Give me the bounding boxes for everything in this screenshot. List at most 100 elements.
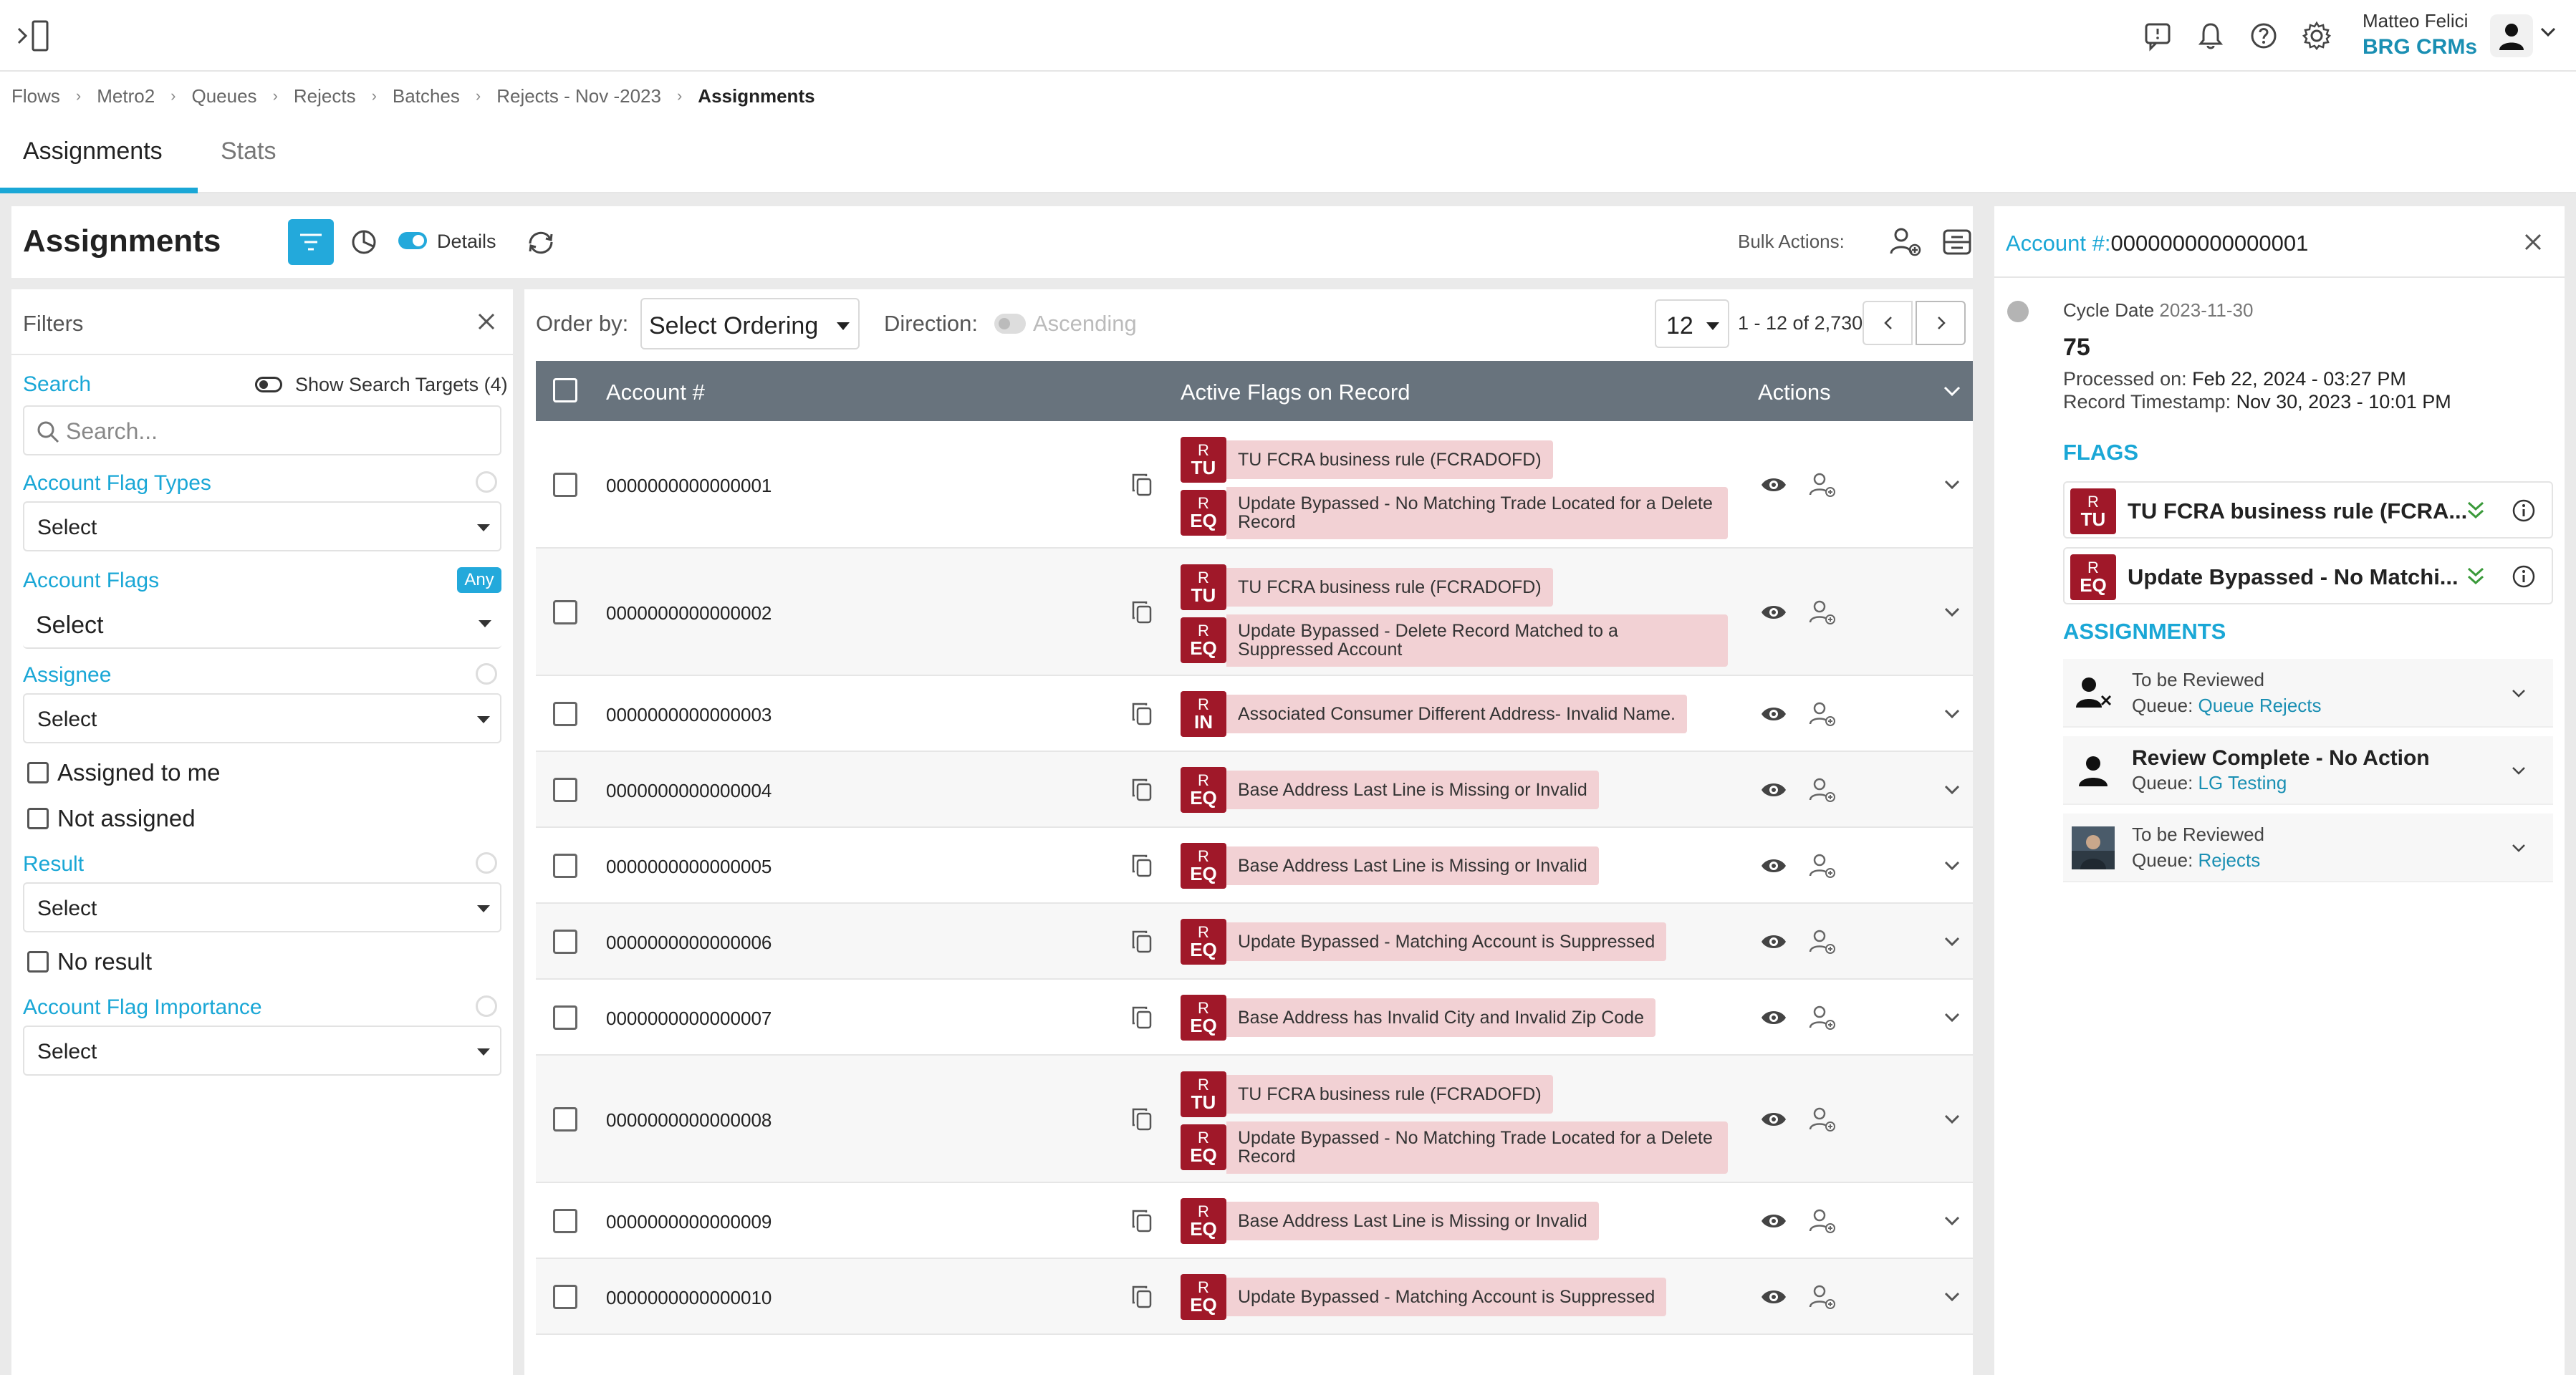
feedback-icon[interactable] xyxy=(2142,20,2173,52)
row-checkbox[interactable] xyxy=(553,702,577,726)
copy-icon[interactable] xyxy=(1129,929,1155,955)
assign-user-icon[interactable] xyxy=(1808,1003,1837,1032)
close-icon[interactable] xyxy=(2522,231,2544,254)
view-icon[interactable] xyxy=(1759,851,1788,880)
view-icon[interactable] xyxy=(1759,927,1788,956)
double-chevron-down-icon[interactable] xyxy=(2466,566,2486,587)
queue-link[interactable]: Queue Rejects xyxy=(2198,695,2322,716)
row-checkbox[interactable] xyxy=(553,1107,577,1132)
account-number[interactable]: 0000000000000010 xyxy=(606,1287,772,1309)
assignment-card[interactable]: To be Reviewed Queue: Rejects xyxy=(2063,814,2553,882)
chevron-down-icon[interactable] xyxy=(2510,842,2527,854)
row-checkbox[interactable] xyxy=(553,1209,577,1233)
chevron-down-icon[interactable] xyxy=(2510,688,2527,699)
copy-icon[interactable] xyxy=(1129,701,1155,727)
gear-icon[interactable] xyxy=(2301,20,2332,52)
help-icon[interactable] xyxy=(2248,20,2279,52)
assign-user-icon[interactable] xyxy=(1808,927,1837,956)
row-checkbox[interactable] xyxy=(553,930,577,954)
tab-stats[interactable]: Stats xyxy=(221,138,276,165)
importance-select[interactable]: Select xyxy=(23,1026,501,1076)
row-checkbox[interactable] xyxy=(553,1005,577,1030)
account-number[interactable]: 0000000000000001 xyxy=(606,475,772,497)
expand-row-icon[interactable] xyxy=(1943,1215,1961,1227)
breadcrumb-batches[interactable]: Batches xyxy=(393,85,460,107)
account-number[interactable]: 0000000000000002 xyxy=(606,602,772,624)
table-row[interactable]: 0000000000000004 R EQ Base Address Last Lin… xyxy=(536,752,1973,828)
expand-row-icon[interactable] xyxy=(1943,935,1961,948)
table-row[interactable]: 0000000000000001 R TU TU FCRA business rule… xyxy=(536,421,1973,549)
chevron-down-icon[interactable] xyxy=(2510,765,2527,776)
no-result-checkbox[interactable] xyxy=(27,951,49,973)
view-icon[interactable] xyxy=(1759,1003,1788,1032)
close-icon[interactable] xyxy=(476,311,497,332)
breadcrumb-batch[interactable]: Rejects - Nov -2023 xyxy=(496,85,661,107)
view-icon[interactable] xyxy=(1759,1207,1788,1235)
expand-row-icon[interactable] xyxy=(1943,606,1961,619)
breadcrumb-flows[interactable]: Flows xyxy=(11,85,60,107)
breadcrumb-metro2[interactable]: Metro2 xyxy=(97,85,155,107)
account-number[interactable]: 0000000000000005 xyxy=(606,856,772,878)
view-icon[interactable] xyxy=(1759,598,1788,627)
account-number[interactable]: 0000000000000004 xyxy=(606,780,772,802)
assignee-select[interactable]: Select xyxy=(23,693,501,743)
assign-user-icon[interactable] xyxy=(1808,851,1837,880)
expand-row-icon[interactable] xyxy=(1943,859,1961,872)
table-row[interactable]: 0000000000000003 R IN Associated Consumer D… xyxy=(536,676,1973,752)
assign-user-icon[interactable] xyxy=(1808,1283,1837,1311)
expand-row-icon[interactable] xyxy=(1943,1113,1961,1126)
assign-user-icon[interactable] xyxy=(1808,471,1837,499)
expand-row-icon[interactable] xyxy=(1943,708,1961,720)
view-icon[interactable] xyxy=(1759,700,1788,728)
flag-chip[interactable]: R EQ Base Address Last Line is Missing or … xyxy=(1181,843,1599,889)
row-checkbox[interactable] xyxy=(553,600,577,624)
direction-toggle[interactable] xyxy=(994,314,1026,334)
next-page-button[interactable] xyxy=(1916,301,1966,345)
table-row[interactable]: 0000000000000006 R EQ Update Bypassed - Mat… xyxy=(536,904,1973,980)
copy-icon[interactable] xyxy=(1129,1005,1155,1031)
view-icon[interactable] xyxy=(1759,776,1788,804)
view-icon[interactable] xyxy=(1759,471,1788,499)
tab-assignments[interactable]: Assignments xyxy=(23,138,163,165)
select-all-checkbox[interactable] xyxy=(553,378,577,402)
assignment-card[interactable]: To be Reviewed Queue: Queue Rejects xyxy=(2063,659,2553,728)
table-row[interactable]: 0000000000000002 R TU TU FCRA business rule… xyxy=(536,549,1973,676)
refresh-icon[interactable] xyxy=(524,226,557,259)
assign-user-icon[interactable] xyxy=(1808,1105,1837,1134)
assign-user-icon[interactable] xyxy=(1888,225,1923,259)
order-by-select[interactable]: Select Ordering xyxy=(640,298,860,349)
assignment-card[interactable]: Review Complete - No Action Queue: LG Tes… xyxy=(2063,736,2553,805)
page-size-select[interactable]: 12 xyxy=(1655,299,1729,348)
copy-icon[interactable] xyxy=(1129,472,1155,498)
chevron-down-icon[interactable] xyxy=(1943,385,1961,397)
row-checkbox[interactable] xyxy=(553,778,577,802)
assigned-to-me-checkbox[interactable] xyxy=(27,762,49,783)
flag-chip[interactable]: R TU TU FCRA business rule (FCRADOFD) xyxy=(1181,437,1728,483)
flag-chip[interactable]: R EQ Update Bypassed - No Matching Trade L… xyxy=(1181,1121,1728,1174)
account-number[interactable]: 0000000000000006 xyxy=(606,932,772,954)
sidebar-toggle-icon[interactable] xyxy=(16,19,53,53)
flag-chip[interactable]: R EQ Update Bypassed - Matching Account is… xyxy=(1181,919,1667,965)
view-icon[interactable] xyxy=(1759,1105,1788,1134)
user-info[interactable]: Matteo Felici BRG CRMs xyxy=(2363,10,2477,59)
flag-chip[interactable]: R IN Associated Consumer Different Address… xyxy=(1181,691,1687,737)
account-number[interactable]: 0000000000000008 xyxy=(606,1109,772,1132)
info-icon[interactable] xyxy=(2512,564,2536,589)
account-number[interactable]: 0000000000000003 xyxy=(606,704,772,726)
copy-icon[interactable] xyxy=(1129,1106,1155,1132)
flag-chip[interactable]: R EQ Base Address Last Line is Missing or … xyxy=(1181,1198,1599,1244)
table-row[interactable]: 0000000000000007 R EQ Base Address has Inva… xyxy=(536,980,1973,1056)
row-checkbox[interactable] xyxy=(553,1285,577,1309)
table-row[interactable]: 0000000000000008 R TU TU FCRA business rule… xyxy=(536,1056,1973,1183)
expand-row-icon[interactable] xyxy=(1943,783,1961,796)
detail-flag-card[interactable]: R TU TU FCRA business rule (FCRA... xyxy=(2063,481,2553,539)
flag-chip[interactable]: R TU TU FCRA business rule (FCRADOFD) xyxy=(1181,1071,1728,1117)
flag-chip[interactable]: R EQ Update Bypassed - Delete Record Match… xyxy=(1181,614,1728,667)
detail-flag-card[interactable]: R EQ Update Bypassed - No Matchi... xyxy=(2063,547,2553,604)
assign-user-icon[interactable] xyxy=(1808,1207,1837,1235)
copy-icon[interactable] xyxy=(1129,853,1155,879)
queue-link[interactable]: Rejects xyxy=(2198,849,2261,871)
flag-chip[interactable]: R EQ Update Bypassed - No Matching Trade L… xyxy=(1181,487,1728,539)
show-search-targets-toggle[interactable] xyxy=(255,377,282,392)
queue-link[interactable]: LG Testing xyxy=(2198,772,2287,793)
